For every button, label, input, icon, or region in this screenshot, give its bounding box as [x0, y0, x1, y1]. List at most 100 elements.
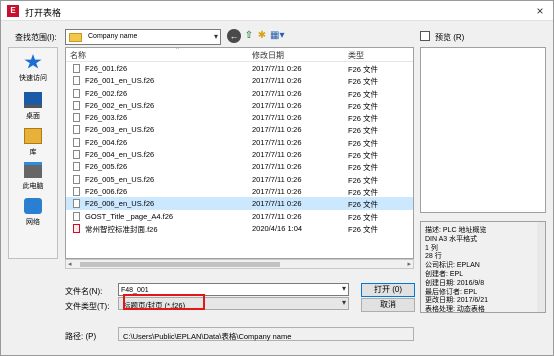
file-name: F26_004_en_US.f26	[85, 150, 155, 160]
chevron-down-icon[interactable]: ▾	[342, 284, 346, 293]
preview-label: 预览 (R)	[435, 33, 465, 42]
file-icon	[73, 174, 80, 184]
file-icon	[73, 113, 80, 123]
file-row[interactable]: GOST_Title _page_A4.f26 2017/7/11 0:26 F26…	[66, 210, 413, 222]
file-icon	[73, 199, 80, 209]
file-icon	[73, 137, 80, 147]
folder-icon	[69, 33, 82, 42]
file-name: 常州智控标准封面.f26	[85, 224, 158, 234]
properties-pane: 描述: PLC 地址概览 DIN A3 水平格式 1 列 28 行公司标识: EPLA…	[420, 221, 546, 313]
sort-caret-icon: ^	[176, 47, 179, 53]
file-name: F26_002_en_US.f26	[85, 100, 155, 110]
file-date: 2017/7/11 0:26	[252, 137, 302, 147]
file-date: 2017/7/11 0:26	[252, 150, 302, 160]
file-date: 2017/7/11 0:26	[252, 162, 302, 172]
place-library[interactable]: 库	[9, 128, 57, 157]
file-name: F26_003_en_US.f26	[85, 125, 155, 135]
file-icon	[73, 223, 80, 233]
file-date: 2017/7/11 0:26	[252, 100, 302, 110]
file-date: 2017/7/11 0:26	[252, 88, 302, 98]
desktop-icon	[24, 92, 42, 108]
file-icon	[73, 150, 80, 160]
preview-checkbox[interactable]	[420, 31, 430, 41]
lookin-value: Company name	[88, 33, 138, 40]
place-network[interactable]: 网络	[9, 198, 57, 227]
chevron-down-icon[interactable]: ▾	[214, 32, 218, 41]
file-rows: F26_001.f26 2017/7/11 0:26 F26 文件 F26_001_e…	[66, 62, 413, 234]
horizontal-scrollbar[interactable]: ◂ ▸	[65, 259, 414, 269]
open-button[interactable]: 打开 (0)	[361, 283, 415, 297]
place-quick-access[interactable]: 快速访问	[9, 54, 57, 83]
library-icon	[24, 128, 42, 144]
filename-label: 文件名(N):	[65, 287, 103, 296]
place-desktop[interactable]: 桌面	[9, 92, 57, 121]
file-row[interactable]: F26_004.f26 2017/7/11 0:26 F26 文件	[66, 136, 413, 148]
file-row[interactable]: F26_005.f26 2017/7/11 0:26 F26 文件	[66, 160, 413, 172]
file-row[interactable]: F26_001_en_US.f26 2017/7/11 0:26 F26 文件	[66, 74, 413, 86]
column-name[interactable]: 名称	[70, 50, 86, 61]
highlight-box	[123, 294, 205, 310]
file-icon	[73, 125, 80, 135]
file-name: F26_004.f26	[85, 137, 128, 147]
back-icon[interactable]: ←	[227, 29, 241, 43]
file-row[interactable]: F26_006.f26 2017/7/11 0:26 F26 文件	[66, 185, 413, 197]
path-label: 路径: (P)	[65, 332, 97, 341]
file-name: F26_002.f26	[85, 88, 128, 98]
file-list[interactable]: 名称 ^ 修改日期 类型 F26_001.f26 2017/7/11 0:26 F2…	[65, 47, 414, 259]
file-row[interactable]: F26_003_en_US.f26 2017/7/11 0:26 F26 文件	[66, 123, 413, 135]
file-name: F26_003.f26	[85, 113, 128, 123]
file-name: GOST_Title _page_A4.f26	[85, 211, 174, 221]
file-date: 2017/7/11 0:26	[252, 64, 302, 73]
file-icon	[73, 162, 80, 172]
column-date[interactable]: 修改日期	[252, 50, 284, 61]
path-value: C:\Users\Public\EPLAN\Data\表格\Company na…	[123, 332, 292, 341]
open-form-dialog: E 打开表格 × 查找范围(I): Company name ▾ ← ⇧ ✱ ▦…	[0, 0, 554, 356]
property-line: 表格处理: 动态表格	[425, 306, 485, 313]
file-row[interactable]: F26_002.f26 2017/7/11 0:26 F26 文件	[66, 87, 413, 99]
file-row[interactable]: F26_002_en_US.f26 2017/7/11 0:26 F26 文件	[66, 99, 413, 111]
properties-scrollbar[interactable]	[537, 222, 545, 312]
quick-access-star-icon	[24, 54, 42, 69]
close-button[interactable]: ×	[533, 4, 547, 18]
file-icon	[73, 88, 80, 98]
chevron-down-icon[interactable]: ▾	[342, 298, 346, 307]
file-row[interactable]: F26_001.f26 2017/7/11 0:26 F26 文件	[66, 62, 413, 74]
file-row[interactable]: F26_004_en_US.f26 2017/7/11 0:26 F26 文件	[66, 148, 413, 160]
file-row[interactable]: F26_003.f26 2017/7/11 0:26 F26 文件	[66, 111, 413, 123]
scroll-left-icon[interactable]: ◂	[68, 260, 72, 268]
eplan-logo-icon: E	[7, 5, 19, 17]
column-header: 名称 ^ 修改日期 类型	[66, 48, 413, 62]
scroll-right-icon[interactable]: ▸	[407, 260, 411, 268]
place-this-pc[interactable]: 此电脑	[9, 162, 57, 191]
file-row[interactable]: F26_006_en_US.f26 2017/7/11 0:26 F26 文件	[66, 197, 413, 210]
place-label: 桌面	[26, 113, 40, 120]
file-date: 2017/7/11 0:26	[252, 174, 302, 184]
file-icon	[73, 76, 80, 86]
path-field: C:\Users\Public\EPLAN\Data\表格\Company na…	[118, 327, 414, 341]
file-name: F26_006_en_US.f26	[85, 199, 155, 209]
file-row[interactable]: 常州智控标准封面.f26 2020/4/16 1:04 F26 文件	[66, 222, 413, 234]
file-date: 2017/7/11 0:26	[252, 186, 302, 196]
file-icon	[73, 64, 80, 73]
file-type: F26 文件	[348, 224, 379, 234]
file-date: 2017/7/11 0:26	[252, 113, 302, 123]
lookin-combo[interactable]: Company name ▾	[65, 29, 221, 45]
title-bar: E 打开表格 ×	[1, 1, 553, 21]
file-name: F26_006.f26	[85, 186, 128, 196]
lookin-label: 查找范围(I):	[15, 33, 57, 42]
place-label: 快速访问	[19, 75, 47, 82]
network-icon	[24, 198, 42, 214]
column-type[interactable]: 类型	[348, 50, 364, 61]
place-label: 库	[29, 149, 37, 156]
up-folder-icon[interactable]: ⇧	[242, 29, 256, 43]
scroll-thumb[interactable]	[80, 262, 280, 267]
cancel-button[interactable]: 取消	[361, 298, 415, 312]
file-icon	[73, 211, 80, 221]
this-pc-icon	[24, 162, 42, 178]
file-row[interactable]: F26_005_en_US.f26 2017/7/11 0:26 F26 文件	[66, 173, 413, 185]
view-menu-icon[interactable]: ▦▾	[270, 29, 284, 43]
new-folder-icon[interactable]: ✱	[255, 29, 269, 43]
file-date: 2017/7/11 0:26	[252, 76, 302, 86]
file-date: 2020/4/16 1:04	[252, 223, 303, 233]
filetype-label: 文件类型(T):	[65, 302, 110, 311]
